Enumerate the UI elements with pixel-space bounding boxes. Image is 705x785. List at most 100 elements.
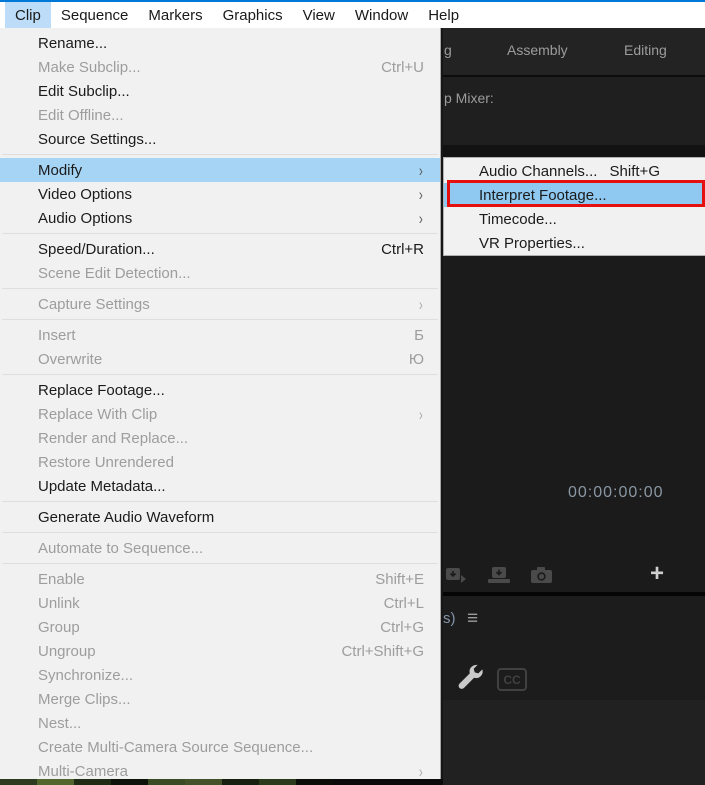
bin-thumbnail-fragment xyxy=(74,779,111,785)
project-bin-thumbnails-strip xyxy=(0,779,443,785)
submenu-arrow-icon: › xyxy=(419,208,424,228)
panel-menu-icon[interactable]: ≡ xyxy=(467,608,478,630)
overwrite-icon[interactable] xyxy=(487,566,513,591)
menu-item-shortcut: Ctrl+Shift+G xyxy=(341,642,424,660)
menubar-item-sequence[interactable]: Sequence xyxy=(51,2,139,28)
menu-item-label: Overwrite xyxy=(38,350,103,368)
menubar-item-clip[interactable]: Clip xyxy=(5,2,51,28)
menu-separator xyxy=(2,501,438,502)
bin-thumbnail-fragment xyxy=(296,779,333,785)
menu-item-multi-camera[interactable]: Multi-Camera › xyxy=(0,759,440,780)
timeline-settings-wrench-icon[interactable] xyxy=(455,662,485,699)
menu-item-automate-to-sequence[interactable]: Automate to Sequence... xyxy=(0,536,440,560)
menu-item-update-metadata[interactable]: Update Metadata... xyxy=(0,474,440,498)
menu-item-label: Replace Footage... xyxy=(38,381,165,399)
menu-item-label: Edit Subclip... xyxy=(38,82,130,100)
menubar-item-help[interactable]: Help xyxy=(418,2,469,28)
timecode-display: 00:00:00:00 xyxy=(568,484,664,501)
transport-controls: + xyxy=(443,560,705,592)
timeline-tab-title-fragment[interactable]: s) xyxy=(443,610,456,627)
menu-item-label: Insert xyxy=(38,326,76,344)
menu-item-enable[interactable]: Enable Shift+E xyxy=(0,567,440,591)
button-editor-icon[interactable]: + xyxy=(650,560,664,588)
panel-tab-title-fragment[interactable]: p Mixer: xyxy=(444,90,494,106)
menu-item-speed-duration[interactable]: Speed/Duration... Ctrl+R xyxy=(0,237,440,261)
menu-item-label: Make Subclip... xyxy=(38,58,141,76)
menu-item-overwrite[interactable]: Overwrite Ю xyxy=(0,347,440,371)
menu-item-insert[interactable]: Insert Б xyxy=(0,323,440,347)
menu-item-nest[interactable]: Nest... xyxy=(0,711,440,735)
menu-item-source-settings[interactable]: Source Settings... xyxy=(0,127,440,151)
menu-item-replace-footage[interactable]: Replace Footage... xyxy=(0,378,440,402)
menu-item-rename[interactable]: Rename... xyxy=(0,31,440,55)
menu-item-label: Update Metadata... xyxy=(38,477,166,495)
menu-item-label: Source Settings... xyxy=(38,130,157,148)
menu-item-modify[interactable]: Modify › xyxy=(0,158,440,182)
menu-separator xyxy=(2,374,438,375)
menubar-item-window[interactable]: Window xyxy=(345,2,418,28)
menu-item-label: Interpret Footage... xyxy=(479,186,607,204)
menu-item-edit-offline[interactable]: Edit Offline... xyxy=(0,103,440,127)
menu-separator xyxy=(2,288,438,289)
app-menubar: Clip Sequence Markers Graphics View Window Hel… xyxy=(0,2,705,28)
menu-item-unlink[interactable]: Unlink Ctrl+L xyxy=(0,591,440,615)
workspace-tab-fragment[interactable]: g xyxy=(444,42,452,58)
menu-item-edit-subclip[interactable]: Edit Subclip... xyxy=(0,79,440,103)
bin-thumbnail-fragment xyxy=(37,779,74,785)
menu-item-label: Restore Unrendered xyxy=(38,453,174,471)
submenu-item-audio-channels[interactable]: Audio Channels... Shift+G xyxy=(444,159,705,183)
submenu-arrow-icon: › xyxy=(419,184,424,204)
submenu-arrow-icon: › xyxy=(419,404,424,424)
menu-item-capture-settings[interactable]: Capture Settings › xyxy=(0,292,440,316)
submenu-arrow-icon: › xyxy=(419,294,424,314)
insert-icon[interactable] xyxy=(444,566,468,591)
workspace-tab-assembly[interactable]: Assembly xyxy=(507,42,568,58)
menu-item-generate-audio-waveform[interactable]: Generate Audio Waveform xyxy=(0,505,440,529)
clip-menu-dropdown: Rename... Make Subclip... Ctrl+U Edit Subcl… xyxy=(0,28,441,779)
menu-item-shortcut: Ctrl+R xyxy=(381,240,424,258)
menubar-item-markers[interactable]: Markers xyxy=(138,2,212,28)
submenu-item-interpret-footage[interactable]: Interpret Footage... xyxy=(444,183,705,207)
menu-item-group[interactable]: Group Ctrl+G xyxy=(0,615,440,639)
menu-item-shortcut: Ctrl+L xyxy=(383,594,424,612)
bin-thumbnail-fragment xyxy=(185,779,222,785)
menubar-item-graphics[interactable]: Graphics xyxy=(213,2,293,28)
menu-item-label: VR Properties... xyxy=(479,234,585,252)
menu-item-video-options[interactable]: Video Options › xyxy=(0,182,440,206)
closed-captions-icon[interactable]: CC xyxy=(497,668,527,691)
menu-item-label: Audio Channels... xyxy=(479,162,598,180)
menu-item-render-and-replace[interactable]: Render and Replace... xyxy=(0,426,440,450)
workspace-tab-bar: g Assembly Editing xyxy=(443,28,705,75)
panel-gap xyxy=(443,145,705,157)
submenu-item-timecode[interactable]: Timecode... xyxy=(444,207,705,231)
menu-item-replace-with-clip[interactable]: Replace With Clip › xyxy=(0,402,440,426)
menu-item-ungroup[interactable]: Ungroup Ctrl+Shift+G xyxy=(0,639,440,663)
menu-item-label: Create Multi-Camera Source Sequence... xyxy=(38,738,314,756)
menu-separator xyxy=(2,233,438,234)
menu-item-label: Scene Edit Detection... xyxy=(38,264,191,282)
menu-item-make-subclip[interactable]: Make Subclip... Ctrl+U xyxy=(0,55,440,79)
menu-item-label: Multi-Camera xyxy=(38,762,129,780)
menu-item-label: Render and Replace... xyxy=(38,429,189,447)
menu-item-shortcut: Б xyxy=(414,326,424,344)
menu-item-restore-unrendered[interactable]: Restore Unrendered xyxy=(0,450,440,474)
menu-item-audio-options[interactable]: Audio Options › xyxy=(0,206,440,230)
menu-separator xyxy=(2,319,438,320)
menu-item-label: Replace With Clip xyxy=(38,405,158,423)
menu-separator xyxy=(2,563,438,564)
export-frame-icon[interactable] xyxy=(530,566,554,591)
submenu-item-vr-properties[interactable]: VR Properties... xyxy=(444,231,705,255)
menu-item-merge-clips[interactable]: Merge Clips... xyxy=(0,687,440,711)
menubar-item-view[interactable]: View xyxy=(293,2,345,28)
bin-thumbnail-fragment xyxy=(148,779,185,785)
workspace-tab-editing[interactable]: Editing xyxy=(624,42,667,58)
bin-thumbnail-fragment xyxy=(111,779,148,785)
menu-item-label: Capture Settings xyxy=(38,295,150,313)
menu-item-label: Timecode... xyxy=(479,210,557,228)
menu-item-shortcut: Shift+G xyxy=(609,162,660,180)
menu-item-create-multi-camera-source-sequence[interactable]: Create Multi-Camera Source Sequence... xyxy=(0,735,440,759)
menu-item-synchronize[interactable]: Synchronize... xyxy=(0,663,440,687)
menu-separator xyxy=(2,154,438,155)
menu-item-scene-edit-detection[interactable]: Scene Edit Detection... xyxy=(0,261,440,285)
menu-item-label: Merge Clips... xyxy=(38,690,131,708)
